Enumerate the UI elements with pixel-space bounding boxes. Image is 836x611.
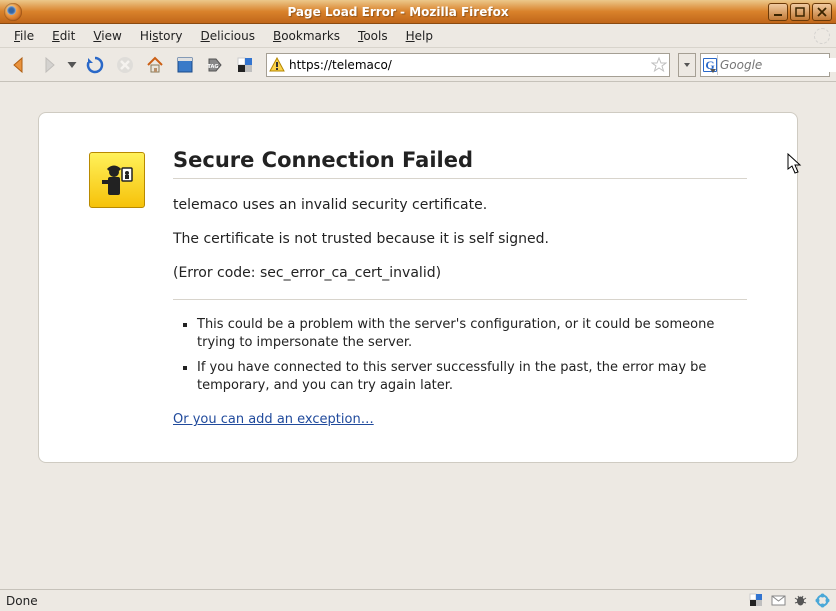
status-icons bbox=[748, 593, 830, 609]
error-hints: This could be a problem with the server'… bbox=[173, 316, 747, 394]
forward-button[interactable] bbox=[36, 52, 62, 78]
menu-edit[interactable]: Edit bbox=[44, 27, 83, 45]
mail-status-icon[interactable] bbox=[770, 593, 786, 609]
url-bar[interactable] bbox=[266, 53, 670, 77]
menu-view[interactable]: View bbox=[85, 27, 129, 45]
search-engine-selector[interactable]: G bbox=[703, 55, 718, 75]
home-button[interactable] bbox=[142, 52, 168, 78]
history-dropdown[interactable] bbox=[66, 59, 78, 71]
error-body: Secure Connection Failed telemaco uses a… bbox=[173, 148, 747, 427]
bookmarks-sidebar-button[interactable] bbox=[172, 52, 198, 78]
url-input[interactable] bbox=[289, 58, 647, 72]
security-officer-icon bbox=[89, 152, 145, 208]
close-button[interactable] bbox=[812, 3, 832, 21]
minimize-button[interactable] bbox=[768, 3, 788, 21]
maximize-button[interactable] bbox=[790, 3, 810, 21]
firefox-icon bbox=[4, 3, 22, 21]
url-history-dropdown[interactable] bbox=[678, 53, 696, 77]
menu-help[interactable]: Help bbox=[398, 27, 441, 45]
error-line-1: telemaco uses an invalid security certif… bbox=[173, 197, 747, 213]
stop-button[interactable] bbox=[112, 52, 138, 78]
throbber-icon bbox=[814, 28, 830, 44]
status-bar: Done bbox=[0, 589, 836, 611]
error-hint-2: If you have connected to this server suc… bbox=[197, 359, 747, 394]
window-titlebar: Page Load Error - Mozilla Firefox bbox=[0, 0, 836, 24]
svg-text:TAG: TAG bbox=[208, 64, 219, 70]
error-page-card: Secure Connection Failed telemaco uses a… bbox=[38, 112, 798, 463]
search-bar[interactable]: G bbox=[700, 53, 830, 77]
status-text: Done bbox=[6, 594, 38, 608]
delicious-status-icon[interactable] bbox=[748, 593, 764, 609]
menu-bookmarks[interactable]: Bookmarks bbox=[265, 27, 348, 45]
error-heading: Secure Connection Failed bbox=[173, 148, 747, 179]
menu-history[interactable]: History bbox=[132, 27, 191, 45]
tag-button[interactable]: TAG bbox=[202, 52, 228, 78]
window-title: Page Load Error - Mozilla Firefox bbox=[28, 5, 768, 19]
add-exception-link[interactable]: Or you can add an exception… bbox=[173, 412, 374, 427]
menu-delicious[interactable]: Delicious bbox=[193, 27, 263, 45]
divider bbox=[173, 299, 747, 300]
window-buttons bbox=[768, 3, 832, 21]
bookmark-star-icon[interactable] bbox=[651, 57, 667, 73]
extension-status-icon[interactable] bbox=[814, 593, 830, 609]
warning-icon bbox=[269, 57, 285, 73]
error-hint-1: This could be a problem with the server'… bbox=[197, 316, 747, 351]
error-code: (Error code: sec_error_ca_cert_invalid) bbox=[173, 265, 747, 281]
menu-tools[interactable]: Tools bbox=[350, 27, 396, 45]
menu-file[interactable]: File bbox=[6, 27, 42, 45]
bug-status-icon[interactable] bbox=[792, 593, 808, 609]
navigation-toolbar: TAG G bbox=[0, 48, 836, 82]
search-input[interactable] bbox=[720, 58, 836, 72]
error-line-2: The certificate is not trusted because i… bbox=[173, 231, 747, 247]
back-button[interactable] bbox=[6, 52, 32, 78]
reload-button[interactable] bbox=[82, 52, 108, 78]
menubar: File Edit View History Delicious Bookmar… bbox=[0, 24, 836, 48]
page-content: Secure Connection Failed telemaco uses a… bbox=[0, 82, 836, 589]
delicious-button[interactable] bbox=[232, 52, 258, 78]
